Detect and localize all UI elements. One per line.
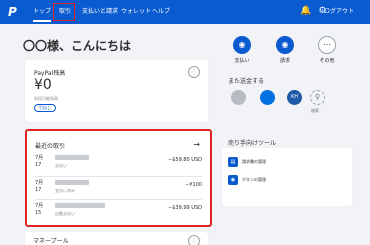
transaction-sub: 支払い済み bbox=[55, 188, 75, 193]
more-button[interactable]: ⋯ その他 bbox=[312, 36, 342, 64]
top-nav: P トップ 取引 支払いと請求 ウォレット ヘルプ 🔔 ⚙ ログアウト bbox=[0, 0, 370, 24]
more-options-icon[interactable]: ⋮ bbox=[188, 235, 200, 245]
pay-icon: ◉ bbox=[233, 36, 251, 54]
blurred-name bbox=[55, 180, 89, 185]
transaction-month: 7月 bbox=[35, 155, 44, 161]
transfer-button[interactable]: 引出し bbox=[34, 104, 56, 112]
money-pool-title: マネープール bbox=[33, 238, 69, 245]
transaction-day: 17 bbox=[35, 187, 42, 193]
transaction-row[interactable]: 7月 17 支払い −$59.80 USD bbox=[35, 153, 202, 173]
balance-amount: ¥0 bbox=[34, 77, 52, 93]
transaction-month: 7月 bbox=[35, 203, 44, 209]
transaction-amount: −¥100 bbox=[185, 182, 202, 188]
seller-tools-title: 売り手向けツール bbox=[228, 140, 277, 147]
search-label: 検索 bbox=[311, 108, 319, 113]
search-icon[interactable]: ⚲ bbox=[310, 90, 325, 105]
tool-label: ボタンの管理 bbox=[242, 177, 266, 182]
tool-invoice[interactable]: ▤ 請求書の管理 bbox=[228, 156, 346, 169]
seller-tools-card: ▤ 請求書の管理 ◉ ボタンの管理 bbox=[222, 148, 352, 206]
tool-buttons[interactable]: ◉ ボタンの管理 bbox=[228, 174, 346, 187]
nav-item-help[interactable]: ヘルプ bbox=[152, 7, 170, 16]
nav-item-payments[interactable]: 支払いと請求 bbox=[82, 7, 118, 16]
contact-avatar[interactable]: KH bbox=[287, 90, 302, 105]
nav-item-top[interactable]: トップ bbox=[33, 7, 52, 22]
transaction-day: 17 bbox=[35, 162, 42, 168]
more-label: その他 bbox=[319, 58, 335, 64]
transaction-amount: −$59.80 USD bbox=[168, 157, 202, 163]
request-label: 請求 bbox=[279, 58, 290, 64]
pay-label: 支払い bbox=[234, 58, 250, 64]
button-icon: ◉ bbox=[228, 175, 238, 185]
bell-icon[interactable]: 🔔 bbox=[300, 6, 311, 17]
transaction-sub: 支払い bbox=[55, 163, 67, 168]
transaction-day: 15 bbox=[35, 210, 42, 216]
highlight-box bbox=[53, 3, 75, 21]
arrow-right-icon[interactable]: → bbox=[193, 140, 200, 149]
more-options-icon[interactable]: ⋮ bbox=[188, 66, 200, 78]
recent-transactions-card[interactable]: 最近の取引 → 7月 17 支払い −$59.80 USD 7月 17 支払い済… bbox=[25, 129, 212, 227]
balance-title: PayPal残高 bbox=[34, 70, 66, 77]
blurred-name bbox=[55, 155, 89, 160]
transactions-title: 最近の取引 bbox=[35, 143, 66, 150]
transaction-row[interactable]: 7月 17 支払い済み −¥100 bbox=[35, 176, 202, 196]
balance-note: 利用可能残高 bbox=[34, 96, 58, 101]
transaction-month: 7月 bbox=[35, 180, 44, 186]
greeting-title: 〇〇様、こんにちは bbox=[23, 39, 132, 53]
nav-item-wallet[interactable]: ウォレット bbox=[121, 7, 151, 16]
money-pool-card[interactable]: マネープール ⋮ bbox=[25, 232, 208, 245]
send-again-title: また送金する bbox=[228, 78, 265, 85]
transaction-amount: −$39.99 USD bbox=[168, 205, 202, 211]
paypal-logo[interactable]: P bbox=[8, 5, 20, 19]
logout-link[interactable]: ログアウト bbox=[324, 7, 354, 16]
request-button[interactable]: ◉ 請求 bbox=[270, 36, 300, 64]
balance-card[interactable]: PayPal残高 ¥0 利用可能残高 引出し ⋮ bbox=[25, 60, 208, 122]
more-icon: ⋯ bbox=[318, 36, 336, 54]
transaction-sub: 自動支払い bbox=[55, 211, 75, 216]
blurred-name bbox=[55, 203, 105, 208]
pay-button[interactable]: ◉ 支払い bbox=[227, 36, 257, 64]
invoice-icon: ▤ bbox=[228, 157, 238, 167]
request-icon: ◉ bbox=[276, 36, 294, 54]
transaction-row[interactable]: 7月 15 自動支払い −$39.99 USD bbox=[35, 199, 202, 219]
contact-avatar[interactable] bbox=[260, 90, 275, 105]
contact-avatar[interactable] bbox=[231, 90, 246, 105]
tool-label: 請求書の管理 bbox=[242, 159, 266, 164]
